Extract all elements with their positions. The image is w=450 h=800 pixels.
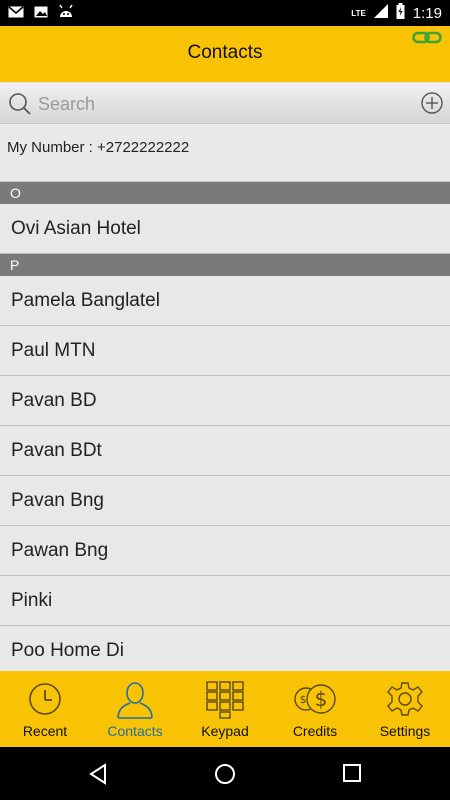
gear-icon (387, 681, 423, 722)
contact-row[interactable]: Poo Home Di (0, 626, 450, 671)
contact-row[interactable]: Pavan Bng (0, 476, 450, 526)
tab-settings[interactable]: Settings (360, 671, 450, 747)
app-bar: Contacts (0, 26, 450, 82)
clock-icon (27, 681, 63, 722)
keypad-icon (206, 681, 244, 724)
network-type: LTE (351, 9, 366, 18)
contact-list[interactable]: O Ovi Asian Hotel P Pamela Banglatel Pau… (0, 182, 450, 671)
back-icon[interactable] (88, 763, 108, 790)
tab-recent[interactable]: Recent (0, 671, 90, 747)
link-icon[interactable] (412, 31, 442, 50)
image-icon (34, 5, 48, 23)
contact-row[interactable]: Paul MTN (0, 326, 450, 376)
gmail-icon (8, 5, 24, 23)
clock-time: 1:19 (412, 5, 442, 22)
search-input[interactable] (36, 90, 410, 118)
tab-label: Settings (379, 723, 431, 739)
contact-row[interactable]: Pavan BDt (0, 426, 450, 476)
contact-row[interactable]: Ovi Asian Hotel (0, 204, 450, 254)
tab-keypad[interactable]: Keypad (180, 671, 270, 747)
svg-text:$: $ (300, 693, 307, 706)
tab-credits[interactable]: $ $ Credits (270, 671, 360, 747)
person-icon (115, 681, 155, 724)
section-header: P (0, 254, 450, 276)
contact-row[interactable]: Pawan Bng (0, 526, 450, 576)
search-icon (8, 92, 32, 121)
recents-icon[interactable] (342, 763, 362, 788)
search-bar (0, 83, 450, 124)
tab-label: Credits (292, 723, 338, 739)
battery-icon (396, 3, 405, 24)
add-contact-icon[interactable] (420, 91, 444, 120)
system-nav-bar (0, 747, 450, 800)
home-icon[interactable] (214, 763, 236, 790)
android-icon (58, 4, 74, 23)
bottom-tab-bar: Recent Contacts Keypad $ $ Credits Setti… (0, 671, 450, 747)
contact-row[interactable]: Pinki (0, 576, 450, 626)
contact-row[interactable]: Pavan BD (0, 376, 450, 426)
tab-label: Keypad (201, 723, 249, 739)
section-header: O (0, 182, 450, 204)
my-number-row: My Number : +2722222222 (0, 124, 450, 182)
tab-label: Recent (22, 723, 68, 739)
coins-icon: $ $ (293, 681, 337, 722)
my-number-label: My Number : +2722222222 (7, 139, 190, 156)
tab-contacts[interactable]: Contacts (90, 671, 180, 747)
page-title: Contacts (187, 42, 263, 63)
status-bar: LTE 1:19 (0, 0, 450, 26)
contact-row[interactable]: Pamela Banglatel (0, 276, 450, 326)
signal-icon (373, 4, 388, 23)
svg-text:$: $ (315, 687, 328, 711)
tab-label: Contacts (107, 723, 163, 739)
